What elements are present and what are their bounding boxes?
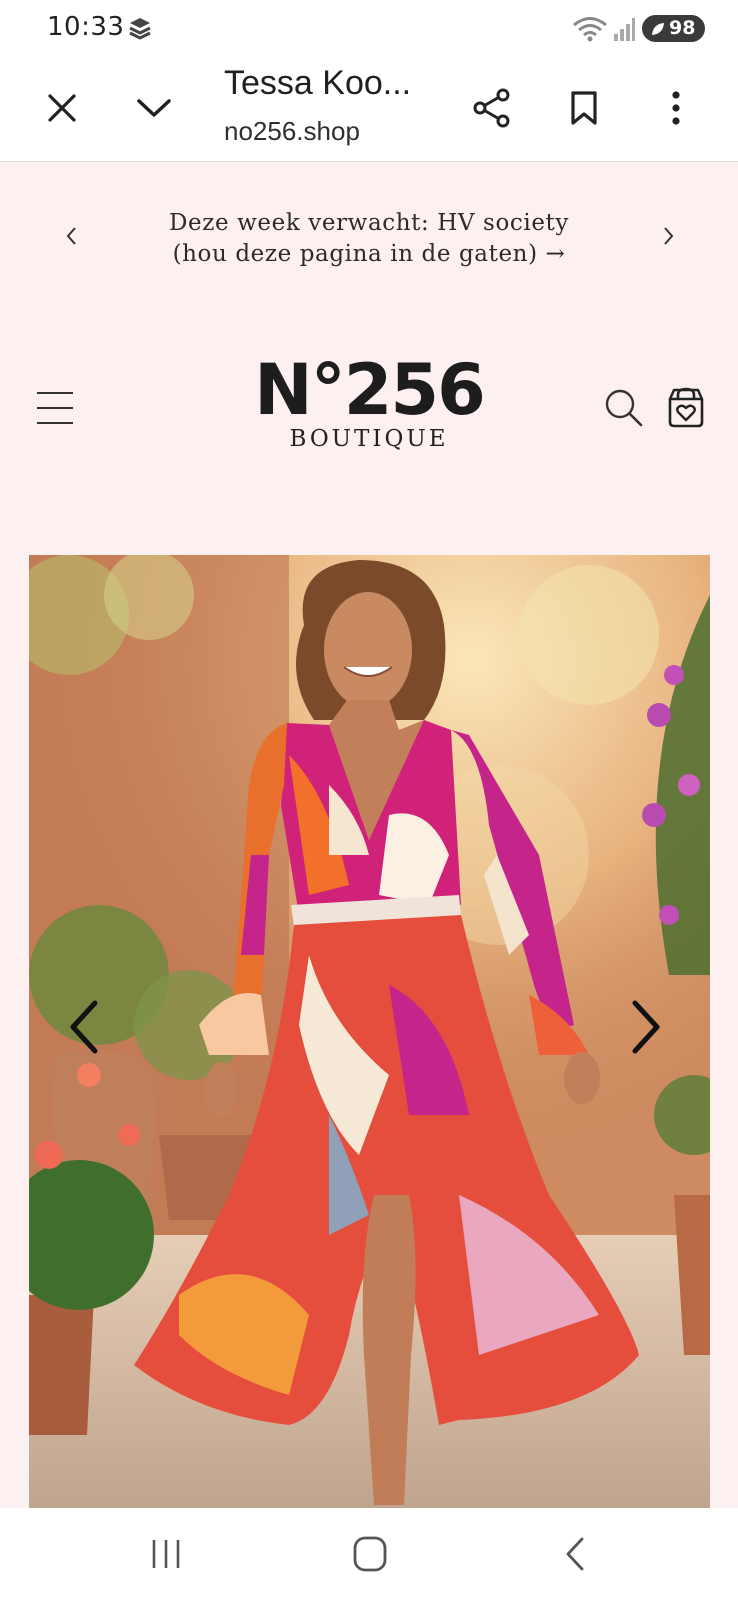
announcement-text[interactable]: Deze week verwacht: HV society (hou deze… (138, 208, 600, 270)
announcement-next-icon[interactable] (656, 224, 680, 248)
chevron-left-icon[interactable] (65, 997, 105, 1057)
hero-image[interactable] (29, 555, 710, 1508)
bookmark-icon[interactable] (562, 86, 606, 130)
brand-logo[interactable]: N°256 BOUTIQUE (234, 352, 504, 452)
chevron-right-icon[interactable] (625, 997, 665, 1057)
announcement-bar: Deze week verwacht: HV society (hou deze… (0, 200, 738, 280)
page-url[interactable]: no256.shop (224, 116, 360, 147)
page-title[interactable]: Tessa Koo... (224, 64, 444, 103)
status-bar: 10:33 98 (0, 0, 738, 58)
search-icon[interactable] (604, 388, 644, 428)
close-icon[interactable] (40, 86, 84, 130)
logo-main: N°256 (254, 349, 486, 431)
recent-apps-icon[interactable] (144, 1534, 188, 1574)
share-icon[interactable] (470, 86, 514, 130)
woman-in-floral-wrap-dress-photo (29, 555, 710, 1508)
announcement-prev-icon[interactable] (60, 224, 84, 248)
system-nav-bar (0, 1508, 738, 1600)
more-vert-icon[interactable] (654, 86, 698, 130)
browser-toolbar: Tessa Koo... no256.shop (0, 58, 738, 162)
battery-level: 98 (669, 17, 696, 39)
signal-icon (614, 18, 635, 41)
cart-heart-icon[interactable] (666, 386, 706, 428)
menu-icon[interactable] (36, 390, 74, 426)
status-time: 10:33 (47, 12, 125, 42)
battery-icon: 98 (642, 15, 706, 42)
wifi-icon (573, 17, 607, 42)
chevron-down-icon[interactable] (132, 86, 176, 130)
back-icon[interactable] (554, 1534, 598, 1574)
home-icon[interactable] (348, 1534, 392, 1574)
app-notification-icon (129, 18, 151, 40)
battery-leaf-icon (652, 22, 664, 35)
